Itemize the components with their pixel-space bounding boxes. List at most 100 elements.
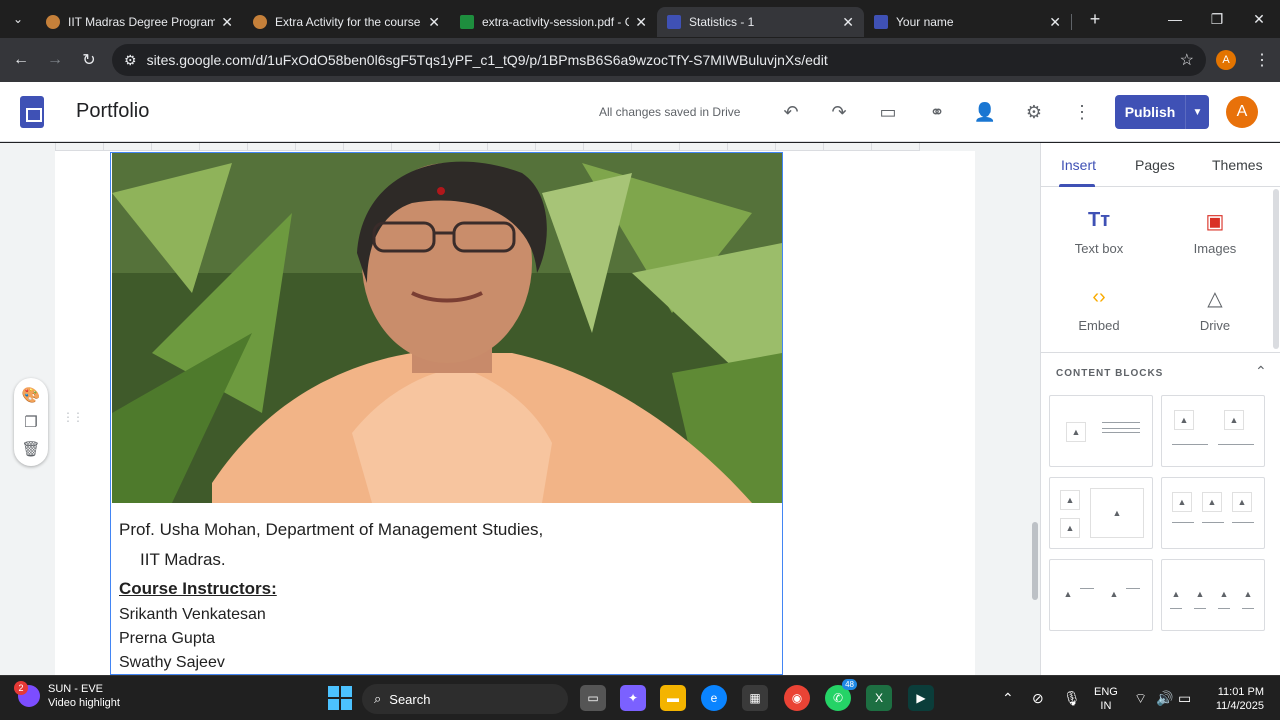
edge-browser-icon[interactable]: e: [701, 685, 727, 711]
close-window-icon[interactable]: ✕: [1238, 0, 1280, 38]
tab-favicon: [46, 15, 60, 29]
image-placeholder-icon: ▲: [1166, 584, 1186, 604]
content-block-image-text[interactable]: ▲: [1049, 395, 1153, 467]
browser-menu-icon[interactable]: ⋮: [1254, 50, 1270, 70]
settings-gear-icon[interactable]: ⚙: [1022, 100, 1046, 124]
tab-favicon: [253, 15, 267, 29]
close-tab-icon[interactable]: ✕: [635, 14, 647, 31]
selected-section[interactable]: Prof. Usha Mohan, Department of Manageme…: [110, 152, 783, 675]
close-tab-icon[interactable]: ✕: [428, 14, 440, 31]
tab-themes[interactable]: Themes: [1212, 157, 1263, 173]
weather-widget[interactable]: 2 SUN - EVE Video highlight: [14, 681, 120, 710]
taskbar-search[interactable]: ⌕ Search: [362, 684, 568, 714]
notification-badge: 2: [14, 681, 28, 695]
maximize-icon[interactable]: ❐: [1196, 0, 1238, 38]
microsoft-store-icon[interactable]: ▦: [742, 685, 768, 711]
preview-devices-icon[interactable]: ▭: [876, 100, 900, 124]
browser-tab-active[interactable]: Statistics - 1 ✕: [657, 7, 864, 37]
instructors-heading: Course Instructors:: [119, 579, 277, 598]
browser-profile-avatar[interactable]: A: [1216, 50, 1236, 70]
content-block-four-images[interactable]: ▲ ▲ ▲ ▲: [1161, 559, 1265, 631]
lang-line1: ENG: [1094, 686, 1118, 698]
windows-start-icon[interactable]: [328, 686, 352, 710]
share-icon[interactable]: 👤: [973, 100, 997, 124]
insert-panel: Insert Pages Themes Tт Text box ▣ Images…: [1040, 143, 1280, 675]
tab-separator: [1071, 14, 1072, 30]
site-info-icon[interactable]: ⚙: [124, 52, 137, 69]
browser-tab[interactable]: Your name ✕: [864, 7, 1071, 37]
tab-search-dropdown[interactable]: ⌄: [0, 0, 36, 38]
section-toolbar: 🎨 ❐ 🗑: [14, 378, 48, 466]
divider: [1041, 352, 1280, 353]
image-placeholder-icon: ▲: [1202, 492, 1222, 512]
new-tab-button[interactable]: +: [1080, 4, 1110, 34]
sites-favicon: [667, 15, 681, 29]
image-placeholder-icon: ▲: [1174, 410, 1194, 430]
forward-icon[interactable]: →: [38, 43, 72, 77]
instructor-photo[interactable]: [112, 153, 782, 503]
more-options-icon[interactable]: ⋮: [1070, 100, 1094, 124]
image-placeholder-icon: ▲: [1190, 584, 1210, 604]
tab-insert[interactable]: Insert: [1061, 157, 1096, 173]
bookmark-star-icon[interactable]: ☆: [1180, 50, 1194, 70]
image-placeholder-icon: ▲: [1060, 518, 1080, 538]
publish-dropdown-icon[interactable]: ▼: [1185, 95, 1209, 129]
image-placeholder-icon: ▲: [1238, 584, 1258, 604]
insert-images[interactable]: ▣ Images: [1157, 209, 1273, 256]
close-tab-icon[interactable]: ✕: [1049, 14, 1061, 31]
palette-icon[interactable]: 🎨: [22, 386, 41, 404]
duplicate-icon[interactable]: ❐: [24, 413, 37, 431]
volume-icon[interactable]: 🔊: [1156, 676, 1173, 720]
eye-off-icon[interactable]: ⊘: [1032, 676, 1044, 720]
image-placeholder-icon: ▲: [1058, 584, 1078, 604]
canvas-scrollbar[interactable]: [1032, 522, 1038, 600]
insert-embed[interactable]: ‹› Embed: [1041, 286, 1157, 333]
publish-label: Publish: [1124, 104, 1176, 120]
insert-drive[interactable]: △ Drive: [1157, 286, 1273, 333]
language-indicator[interactable]: ENG IN: [1094, 685, 1118, 713]
chrome-browser-icon[interactable]: ◉: [784, 685, 810, 711]
drag-handle-icon[interactable]: ⋮⋮: [62, 410, 84, 424]
drive-favicon: [460, 15, 474, 29]
active-tab-indicator: [1059, 184, 1095, 187]
site-name[interactable]: Portfolio: [76, 100, 149, 123]
file-viewer-app-icon[interactable]: ▭: [580, 685, 606, 711]
google-sites-logo-icon[interactable]: [20, 96, 44, 128]
minimize-icon[interactable]: —: [1154, 0, 1196, 38]
insert-text-box[interactable]: Tт Text box: [1041, 209, 1157, 256]
file-explorer-icon[interactable]: ▬: [660, 685, 686, 711]
url-bar[interactable]: ⚙ sites.google.com/d/1uFxOdO58ben0l6sgF5…: [112, 44, 1206, 76]
tab-pages[interactable]: Pages: [1135, 157, 1175, 173]
content-block-grid-images[interactable]: ▲ ▲ ▲: [1049, 477, 1153, 549]
battery-icon[interactable]: ▭: [1178, 676, 1191, 720]
microphone-icon[interactable]: 🎙: [1063, 676, 1081, 720]
collapse-chevron-icon[interactable]: ⌃: [1255, 363, 1267, 380]
delete-icon[interactable]: 🗑: [21, 440, 40, 458]
content-block-three-images[interactable]: ▲ ▲ ▲: [1161, 477, 1265, 549]
terminal-app-icon[interactable]: ▶: [908, 685, 934, 711]
redo-icon[interactable]: ↷: [827, 100, 851, 124]
content-blocks-heading: CONTENT BLOCKS: [1056, 368, 1164, 379]
browser-tab[interactable]: IIT Madras Degree Program ✕: [36, 7, 243, 37]
excel-icon[interactable]: X: [866, 685, 892, 711]
close-tab-icon[interactable]: ✕: [221, 14, 233, 31]
lang-line2: IN: [1100, 700, 1112, 712]
browser-tab[interactable]: extra-activity-session.pdf - G ✕: [450, 7, 657, 37]
whatsapp-icon[interactable]: ✆ 48: [825, 679, 857, 711]
content-block-two-images[interactable]: ▲ ▲: [1161, 395, 1265, 467]
system-clock[interactable]: 11:01 PM 11/4/2025: [1208, 685, 1264, 713]
account-avatar[interactable]: A: [1226, 96, 1258, 128]
wifi-icon[interactable]: ⌔: [1134, 676, 1147, 720]
copilot-app-icon[interactable]: ✦: [620, 685, 646, 711]
panel-scrollbar[interactable]: [1273, 189, 1279, 349]
back-icon[interactable]: ←: [4, 43, 38, 77]
close-tab-icon[interactable]: ✕: [842, 14, 854, 31]
reload-icon[interactable]: ↻: [72, 43, 106, 77]
link-icon[interactable]: ⚭: [925, 100, 949, 124]
undo-icon[interactable]: ↶: [779, 100, 803, 124]
browser-tab[interactable]: Extra Activity for the course ✕: [243, 7, 450, 37]
show-hidden-icons[interactable]: ⌃: [1002, 676, 1014, 720]
content-block-two-image-text[interactable]: ▲ ▲: [1049, 559, 1153, 631]
insert-label: Images: [1193, 241, 1237, 256]
publish-button[interactable]: Publish ▼: [1115, 95, 1209, 129]
